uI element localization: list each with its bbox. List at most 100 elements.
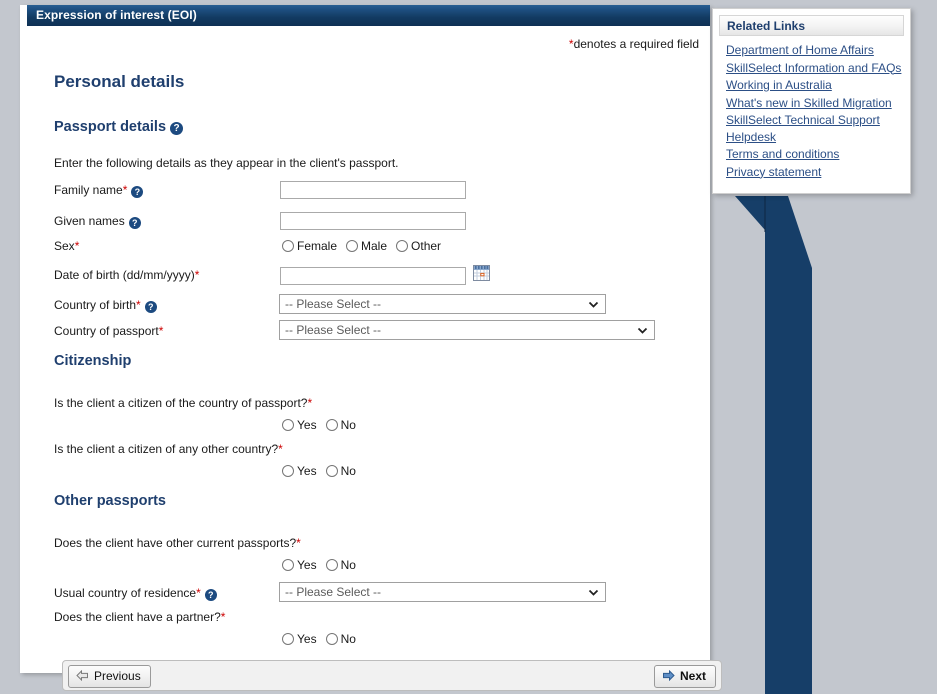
previous-button-label: Previous — [94, 669, 141, 683]
other-passports-radio-group: Yes No — [282, 558, 365, 572]
radio-has-partner-no[interactable] — [325, 633, 338, 645]
label-date-of-birth: Date of birth (dd/mm/yyyy)* — [54, 268, 199, 282]
required-asterisk: * — [296, 536, 301, 550]
label-given-names-text: Given names — [54, 214, 125, 228]
label-country-of-passport: Country of passport* — [54, 324, 163, 338]
country-of-passport-select[interactable]: -- Please Select -- — [279, 320, 655, 340]
required-asterisk: * — [74, 239, 80, 253]
next-button[interactable]: Next — [653, 665, 716, 688]
window-title-bar: Expression of interest (EOI) — [27, 5, 710, 26]
radio-option-no[interactable]: No — [325, 418, 356, 432]
help-circle-icon[interactable]: ? — [128, 217, 141, 229]
previous-button[interactable]: Previous — [68, 665, 151, 688]
has-partner-radio-group: Yes No — [282, 632, 365, 646]
related-links-heading: Related Links — [719, 15, 904, 36]
radio-label-no: No — [340, 632, 356, 646]
link-department-of-home-affairs[interactable]: Department of Home Affairs — [726, 42, 904, 60]
help-circle-icon[interactable]: ? — [131, 186, 144, 198]
radio-option-no[interactable]: No — [325, 558, 356, 572]
radio-option-no[interactable]: No — [325, 632, 356, 646]
country-of-birth-select[interactable]: -- Please Select -- — [279, 294, 606, 314]
required-asterisk: * — [307, 396, 313, 410]
calendar-icon[interactable] — [473, 265, 490, 281]
usual-country-selected-value: -- Please Select -- — [285, 585, 382, 599]
window-title: Expression of interest (EOI) — [36, 8, 197, 22]
required-asterisk: * — [220, 610, 226, 624]
radio-citizen-other-yes[interactable] — [282, 465, 294, 477]
eoi-form-panel: Expression of interest (EOI) *denotes a … — [20, 5, 722, 691]
date-of-birth-input[interactable] — [280, 267, 466, 285]
label-family-name-text: Family name — [54, 183, 123, 197]
required-field-note: *denotes a required field — [569, 37, 699, 51]
citizen-passport-radio-group: Yes No — [282, 418, 365, 432]
help-circle-icon[interactable]: ? — [144, 301, 157, 313]
label-citizen-other-country-text: Is the client a citizen of any other cou… — [54, 442, 279, 456]
link-skillselect-technical-support-helpdesk[interactable]: SkillSelect Technical Support Helpdesk — [726, 112, 889, 146]
label-date-of-birth-text: Date of birth (dd/mm/yyyy) — [54, 268, 195, 282]
label-citizen-other-country: Is the client a citizen of any other cou… — [54, 442, 283, 456]
section-heading-citizenship: Citizenship — [54, 353, 132, 369]
radio-citizen-passport-no[interactable] — [325, 419, 338, 431]
radio-citizen-other-no[interactable] — [325, 465, 338, 477]
family-name-input[interactable] — [280, 181, 466, 199]
link-whats-new-in-skilled-migration[interactable]: What's new in Skilled Migration — [726, 95, 904, 113]
page-root: Expression of interest (EOI) *denotes a … — [0, 0, 937, 694]
passport-intro-text: Enter the following details as they appe… — [54, 156, 399, 170]
radio-option-female[interactable]: Female — [282, 239, 337, 253]
required-asterisk: * — [122, 183, 128, 197]
radio-sex-female[interactable] — [282, 240, 294, 252]
radio-label-yes: Yes — [297, 418, 317, 432]
help-circle-icon[interactable]: ? — [204, 589, 217, 601]
required-asterisk: * — [278, 442, 283, 456]
section-heading-other-passports: Other passports — [54, 493, 166, 509]
label-has-partner: Does the client have a partner?* — [54, 610, 225, 624]
radio-other-passports-yes[interactable] — [282, 559, 294, 571]
radio-option-yes[interactable]: Yes — [282, 558, 317, 572]
country-of-passport-selected-value: -- Please Select -- — [285, 323, 382, 337]
radio-other-passports-no[interactable] — [325, 559, 338, 571]
sex-radio-group: Female Male Other — [282, 239, 450, 253]
required-asterisk: * — [136, 298, 141, 312]
section-heading-passport-label: Passport details — [54, 119, 167, 135]
radio-label-no: No — [340, 418, 356, 432]
radio-label-no: No — [340, 558, 356, 572]
next-button-label: Next — [679, 669, 706, 683]
label-citizen-of-passport-country-text: Is the client a citizen of the country o… — [54, 396, 308, 410]
label-country-of-birth: Country of birth*? — [54, 298, 157, 313]
label-sex: Sex* — [54, 239, 79, 253]
radio-option-yes[interactable]: Yes — [282, 418, 317, 432]
link-terms-and-conditions[interactable]: Terms and conditions — [726, 146, 904, 164]
link-privacy-statement[interactable]: Privacy statement — [726, 164, 904, 182]
radio-sex-male[interactable] — [346, 240, 359, 252]
label-usual-country-of-residence-text: Usual country of residence — [54, 586, 197, 600]
form-body: *denotes a required field Personal detai… — [27, 26, 722, 691]
radio-citizen-passport-yes[interactable] — [282, 419, 294, 431]
label-has-partner-text: Does the client have a partner? — [54, 610, 221, 624]
radio-has-partner-yes[interactable] — [282, 633, 294, 645]
required-asterisk: * — [194, 268, 200, 282]
radio-label-yes: Yes — [297, 632, 317, 646]
radio-option-yes[interactable]: Yes — [282, 632, 317, 646]
label-given-names: Given names? — [54, 214, 141, 229]
arrow-right-icon — [662, 670, 675, 681]
arrow-left-icon — [76, 670, 88, 681]
label-country-of-passport-text: Country of passport — [54, 324, 159, 338]
usual-country-of-residence-select[interactable]: -- Please Select -- — [279, 582, 606, 602]
link-working-in-australia[interactable]: Working in Australia — [726, 77, 904, 95]
radio-option-no[interactable]: No — [325, 464, 356, 478]
label-other-current-passports: Does the client have other current passp… — [54, 536, 301, 550]
citizen-other-radio-group: Yes No — [282, 464, 365, 478]
radio-label-male: Male — [361, 239, 388, 253]
radio-option-yes[interactable]: Yes — [282, 464, 317, 478]
help-circle-icon[interactable]: ? — [170, 122, 184, 135]
radio-option-other[interactable]: Other — [396, 239, 441, 253]
radio-label-yes: Yes — [297, 558, 317, 572]
label-country-of-birth-text: Country of birth — [54, 298, 137, 312]
radio-option-male[interactable]: Male — [346, 239, 387, 253]
radio-sex-other[interactable] — [396, 240, 409, 252]
given-names-input[interactable] — [280, 212, 466, 230]
link-skillselect-information-and-faqs[interactable]: SkillSelect Information and FAQs — [726, 60, 904, 78]
chevron-down-icon — [588, 589, 599, 596]
label-other-current-passports-text: Does the client have other current passp… — [54, 536, 297, 550]
form-navigation-bar: Previous Next — [62, 660, 722, 691]
